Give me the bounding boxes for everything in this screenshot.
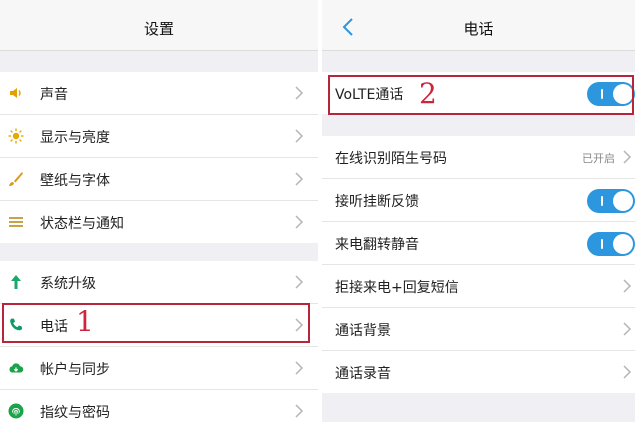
- answer-feedback-toggle[interactable]: [587, 189, 635, 213]
- phone-settings-panel: 电话 VoLTE通话 2 在线识别陌生号码 已开启 接听挂断反馈 来电翻转静音: [322, 0, 635, 422]
- settings-item-accounts-sync[interactable]: 帐户与同步: [0, 347, 318, 390]
- setting-answer-hangup-feedback[interactable]: 接听挂断反馈: [322, 179, 635, 222]
- settings-item-sound[interactable]: 声音: [0, 72, 318, 115]
- settings-item-label: 系统升级: [40, 276, 96, 292]
- chevron-right-icon: [295, 172, 304, 186]
- setting-call-recording[interactable]: 通话录音: [322, 351, 635, 393]
- cloud-icon: [9, 363, 24, 373]
- settings-item-wallpaper-font[interactable]: 壁纸与字体: [0, 158, 318, 201]
- settings-item-system-update[interactable]: 系统升级: [0, 261, 318, 304]
- setting-status-value: 已开启: [582, 152, 615, 165]
- settings-item-label: 显示与亮度: [40, 130, 110, 146]
- settings-item-display-brightness[interactable]: 显示与亮度: [0, 115, 318, 158]
- page-title: 电话: [463, 20, 494, 38]
- settings-header: 设置: [0, 6, 318, 51]
- settings-item-fingerprint-password[interactable]: 指纹与密码: [0, 390, 318, 422]
- setting-label: 拒接来电+回复短信: [335, 280, 459, 296]
- setting-flip-to-mute[interactable]: 来电翻转静音: [322, 222, 635, 265]
- step-number-2: 2: [419, 77, 437, 110]
- chevron-right-icon: [295, 275, 304, 289]
- settings-item-label: 指纹与密码: [40, 405, 110, 421]
- setting-call-background[interactable]: 通话背景: [322, 308, 635, 351]
- brush-icon: [9, 172, 23, 186]
- settings-item-label: 声音: [40, 87, 68, 103]
- chevron-right-icon: [623, 365, 632, 379]
- brightness-icon: [8, 128, 24, 144]
- chevron-right-icon: [623, 322, 632, 336]
- chevron-right-icon: [295, 404, 304, 418]
- toggle-knob: [613, 234, 633, 254]
- setting-identify-unknown-numbers[interactable]: 在线识别陌生号码 已开启: [322, 136, 635, 179]
- chevron-right-icon: [295, 215, 304, 229]
- chevron-right-icon: [295, 86, 304, 100]
- volte-highlight-box: [328, 75, 634, 115]
- toggle-on-bar: [601, 196, 603, 206]
- phone-highlight-box: [2, 303, 310, 343]
- toggle-on-bar: [601, 239, 603, 249]
- chevron-right-icon: [623, 279, 632, 293]
- setting-label: 通话背景: [335, 323, 391, 339]
- settings-item-label: 壁纸与字体: [40, 173, 110, 189]
- chevron-right-icon: [295, 361, 304, 375]
- settings-item-label: 状态栏与通知: [40, 216, 124, 232]
- settings-item-label: 帐户与同步: [40, 362, 110, 378]
- list-icon: [9, 217, 23, 227]
- setting-reject-reply-sms[interactable]: 拒接来电+回复短信: [322, 265, 635, 308]
- settings-item-statusbar-notifications[interactable]: 状态栏与通知: [0, 201, 318, 243]
- speaker-icon: [10, 88, 21, 98]
- toggle-knob: [613, 191, 633, 211]
- settings-panel: 设置 声音 显示与亮度 壁纸与字体 状态栏与通知 系统升级 电话 帐户与同步 指…: [0, 0, 318, 422]
- arrow-up-icon: [11, 275, 21, 289]
- setting-label: 通话录音: [335, 366, 391, 382]
- flip-mute-toggle[interactable]: [587, 232, 635, 256]
- phone-header: 电话: [322, 6, 635, 51]
- step-number-1: 1: [76, 305, 94, 338]
- chevron-right-icon: [623, 150, 632, 164]
- settings-group-display: 声音 显示与亮度 壁纸与字体 状态栏与通知: [0, 72, 318, 243]
- chevron-right-icon: [295, 129, 304, 143]
- setting-label: 来电翻转静音: [335, 237, 419, 253]
- page-title: 设置: [143, 20, 174, 38]
- fingerprint-icon: [8, 403, 24, 419]
- call-settings-group: 在线识别陌生号码 已开启 接听挂断反馈 来电翻转静音 拒接来电+回复短信 通话背…: [322, 136, 635, 393]
- setting-label: 接听挂断反馈: [335, 194, 419, 210]
- setting-label: 在线识别陌生号码: [335, 151, 447, 167]
